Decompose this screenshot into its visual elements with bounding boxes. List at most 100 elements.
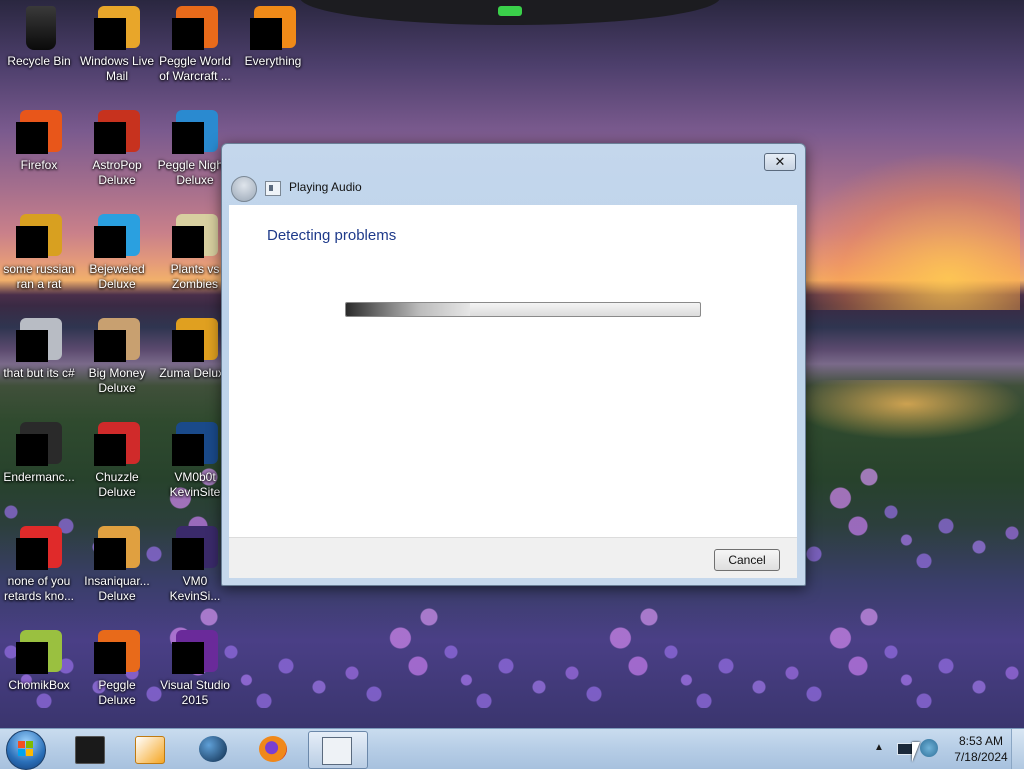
- desktop-icon-label: Bejeweled Deluxe: [89, 262, 145, 291]
- desktop-icon[interactable]: Windows Live Mail: [78, 2, 156, 84]
- icon-image: [26, 6, 56, 50]
- desktop-icon[interactable]: Big Money Deluxe: [78, 314, 156, 396]
- taskbar: ▲ 8:53 AM 7/18/2024: [0, 728, 1024, 770]
- astropop-icon: [94, 110, 140, 156]
- chomikbox-icon: [16, 630, 62, 676]
- vm-icon: [172, 422, 218, 468]
- desktop-icon[interactable]: some russian ran a rat: [0, 210, 78, 292]
- desktop-icon-label: Visual Studio 2015: [160, 678, 230, 707]
- volume-icon[interactable]: [920, 739, 938, 757]
- redaction-box: [16, 226, 48, 258]
- desktop-icon[interactable]: Recycle Bin: [0, 2, 78, 69]
- dialog-footer: Cancel: [229, 537, 797, 578]
- close-button[interactable]: ✕: [764, 153, 796, 171]
- app-icon: [16, 214, 62, 260]
- redaction-box: [172, 226, 204, 258]
- show-desktop-button[interactable]: [1011, 729, 1024, 769]
- desktop-icon-label: Everything: [244, 54, 302, 68]
- taskbar-item-globe[interactable]: [186, 731, 238, 767]
- vm-icon: [172, 526, 218, 572]
- desktop-icon-label: Peggle Deluxe: [98, 678, 136, 707]
- media-player-icon: [135, 736, 165, 764]
- troubleshooter-icon: [265, 181, 281, 196]
- zuma-icon: [172, 318, 218, 364]
- peggle-icon: [94, 630, 140, 676]
- redaction-box: [172, 538, 204, 570]
- files-icon: [16, 318, 62, 364]
- desktop-icon[interactable]: Peggle World of Warcraft ...: [156, 2, 234, 84]
- desktop-icon-label: none of you retards kno...: [3, 574, 75, 603]
- desktop-icon[interactable]: ChomikBox: [0, 626, 78, 693]
- back-button[interactable]: [231, 176, 257, 202]
- redaction-box: [16, 538, 48, 570]
- redaction-box: [172, 434, 204, 466]
- dialog-content: Detecting problems: [229, 205, 797, 537]
- desktop-icon[interactable]: Chuzzle Deluxe: [78, 418, 156, 500]
- firefox-icon: [259, 736, 287, 762]
- redaction-box: [172, 642, 204, 674]
- desktop-icon-label: Firefox: [20, 158, 58, 172]
- insaniquarium-icon: [94, 526, 140, 572]
- mouse-cursor: [912, 742, 920, 762]
- pvz-icon: [172, 214, 218, 260]
- start-button[interactable]: [6, 730, 46, 770]
- desktop-icon[interactable]: Peggle Deluxe: [78, 626, 156, 708]
- redaction-box: [94, 538, 126, 570]
- redaction-box: [94, 642, 126, 674]
- tray-expand-icon[interactable]: ▲: [874, 742, 884, 753]
- desktop-icon[interactable]: Endermanc...: [0, 418, 78, 485]
- system-tray: ▲ 8:53 AM 7/18/2024: [864, 729, 1024, 769]
- desktop-icon-label: Peggle World of Warcraft ...: [159, 54, 231, 83]
- desktop-icon-label: some russian ran a rat: [3, 262, 75, 291]
- globe-icon: [199, 736, 227, 762]
- redaction-box: [94, 226, 126, 258]
- mail-icon: [94, 6, 140, 52]
- everything-icon: [250, 6, 296, 52]
- desktop-icon-label: Windows Live Mail: [79, 54, 155, 83]
- cancel-button[interactable]: Cancel: [714, 549, 780, 571]
- desktop-icon-label: AstroPop Deluxe: [92, 158, 142, 187]
- desktop-icon[interactable]: AstroPop Deluxe: [78, 106, 156, 188]
- redaction-box: [172, 18, 204, 50]
- terminal-icon: [16, 422, 62, 468]
- progress-bar: [345, 302, 701, 317]
- windows-icon: [18, 741, 34, 757]
- desktop-icon[interactable]: Insaniquar... Deluxe: [78, 522, 156, 604]
- visual-studio-icon: [172, 630, 218, 676]
- redaction-box: [172, 122, 204, 154]
- progress-fill: [346, 303, 470, 316]
- desktop-icon-label: Insaniquar... Deluxe: [84, 574, 150, 603]
- recycle-bin-icon: [16, 6, 62, 52]
- desktop-icon[interactable]: none of you retards kno...: [0, 522, 78, 604]
- clock-time: 8:53 AM: [958, 734, 1004, 748]
- taskbar-item-troubleshooter[interactable]: [308, 731, 368, 769]
- redaction-box: [16, 330, 48, 362]
- dialog-title: Playing Audio: [289, 180, 362, 194]
- clock-date: 7/18/2024: [954, 750, 1008, 764]
- terminal-icon: [75, 736, 105, 764]
- firefox-icon: [16, 110, 62, 156]
- taskbar-item-firefox[interactable]: [246, 731, 298, 767]
- peggle-icon: [172, 6, 218, 52]
- taskbar-item-media-player[interactable]: [122, 731, 174, 767]
- troubleshooter-icon: [322, 737, 352, 765]
- redaction-box: [94, 330, 126, 362]
- desktop-icon[interactable]: Everything: [234, 2, 312, 69]
- redaction-box: [94, 122, 126, 154]
- desktop-icon-label: Recycle Bin: [7, 54, 71, 68]
- clock[interactable]: 8:53 AM 7/18/2024: [946, 733, 1016, 765]
- desktop-icon[interactable]: Bejeweled Deluxe: [78, 210, 156, 292]
- desktop-icon-label: ChomikBox: [8, 678, 70, 692]
- desktop-icon-label: Big Money Deluxe: [88, 366, 146, 395]
- taskbar-item-terminal[interactable]: [62, 731, 114, 767]
- desktop-icon[interactable]: that but its c#: [0, 314, 78, 381]
- desktop-icon[interactable]: Visual Studio 2015: [156, 626, 234, 708]
- top-gadget: [300, 0, 720, 25]
- desktop-icon[interactable]: Firefox: [0, 106, 78, 173]
- redaction-box: [94, 434, 126, 466]
- network-icon[interactable]: [897, 743, 913, 755]
- chuzzle-icon: [94, 422, 140, 468]
- bigmoney-icon: [94, 318, 140, 364]
- desktop-icon-label: Endermanc...: [3, 470, 75, 484]
- redaction-box: [250, 18, 282, 50]
